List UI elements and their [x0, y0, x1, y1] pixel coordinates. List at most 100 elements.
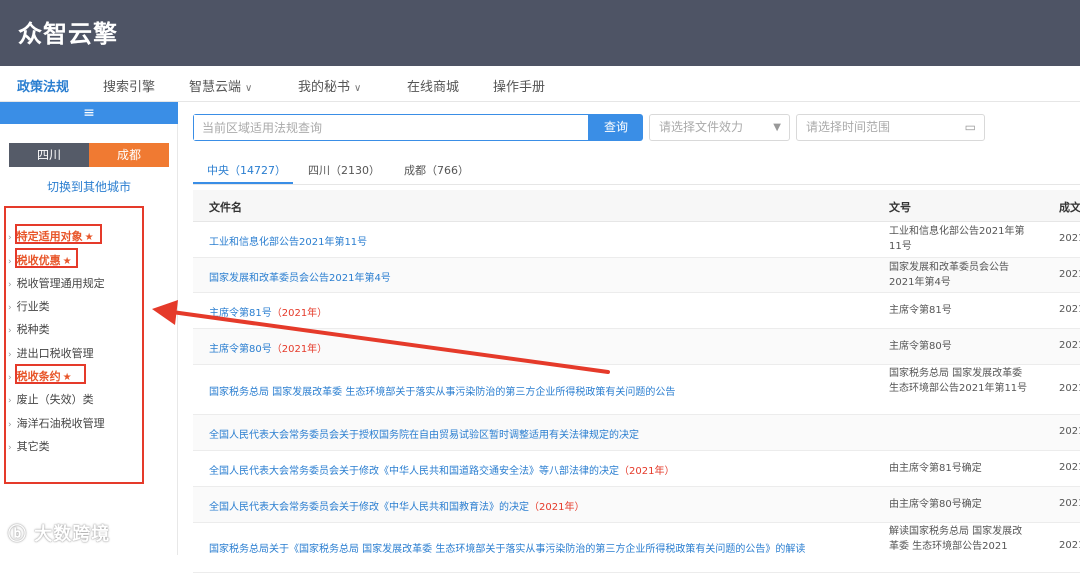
sidebar: ≡ 四川 成都 切换到其他城市 › 特定适用对象 ★ › 税收优惠 ★ › 税收管理通用规… [0, 102, 178, 555]
table-row[interactable]: 全国人民代表大会常务委员会关于修改《中华人民共和国教育法》的决定（2021年） … [193, 487, 1080, 523]
category-item[interactable]: › 税收条约 ★ [8, 368, 72, 384]
nav-online-mall-label: 在线商城 [407, 80, 460, 95]
row-title-link[interactable]: 国家发展和改革委员会公告2021年第4号 [209, 269, 391, 284]
switch-city-link[interactable]: 切换到其他城市 [0, 178, 178, 195]
nav-policy[interactable]: 政策法规 [17, 76, 69, 95]
category-label: 税收条约 [16, 370, 61, 383]
search-field-wrap [193, 114, 589, 141]
row-doc-no: 主席令第81号 [889, 305, 952, 316]
nav-policy-label: 政策法规 [17, 80, 70, 95]
row-title-link[interactable]: 全国人民代表大会常务委员会关于授权国务院在自由贸易试验区暂时调整适用有关法律规定… [209, 426, 639, 441]
effect-select[interactable]: 请选择文件效力 ▼ [649, 114, 790, 141]
table-row[interactable]: 全国人民代表大会常务委员会关于授权国务院在自由贸易试验区暂时调整适用有关法律规定… [193, 415, 1080, 451]
row-title-text: 全国人民代表大会常务委员会关于授权国务院在自由贸易试验区暂时调整适用有关法律规定… [209, 430, 639, 441]
category-item[interactable]: › 行业类 [8, 298, 50, 314]
time-range-select[interactable]: 请选择时间范围 ▭ [796, 114, 985, 141]
row-year: （2021年） [619, 466, 675, 477]
category-item[interactable]: › 特定适用对象 ★ [8, 228, 94, 244]
menu-toggle-icon[interactable]: ≡ [0, 102, 178, 124]
watermark-logo-icon: ⓑ [8, 524, 27, 545]
row-title-text: 全国人民代表大会常务委员会关于修改《中华人民共和国道路交通安全法》等八部法律的决… [209, 466, 619, 477]
category-item[interactable]: › 废止（失效）类 [8, 391, 94, 407]
nav-manual-label: 操作手册 [493, 80, 546, 95]
row-doc-no: 由主席令第80号确定 [889, 499, 982, 510]
category-label: 海洋石油税收管理 [16, 417, 105, 430]
table-row[interactable]: 工业和信息化部公告2021年第11号 工业和信息化部公告2021年第11号 20… [193, 222, 1080, 258]
region-tabs: 中央（14727） 四川（2130） 成都（766） [193, 156, 1080, 185]
tab-central[interactable]: 中央（14727） [207, 162, 286, 178]
row-date: 2021 [1059, 462, 1080, 473]
category-item[interactable]: › 进出口税收管理 [8, 345, 94, 361]
category-label: 进出口税收管理 [16, 347, 94, 360]
row-title-link[interactable]: 全国人民代表大会常务委员会关于修改《中华人民共和国道路交通安全法》等八部法律的决… [209, 462, 674, 477]
chevron-right-icon: › [8, 233, 12, 243]
category-item[interactable]: › 税收管理通用规定 [8, 275, 105, 291]
row-date: 2021 [1059, 340, 1080, 351]
row-title-text: 国家税务总局关于《国家税务总局 国家发展改革委 生态环境部关于落实从事污染防治的… [209, 544, 806, 555]
row-title-text: 主席令第81号 [209, 308, 272, 319]
row-title-text: 工业和信息化部公告2021年第11号 [209, 237, 368, 248]
row-title-link[interactable]: 工业和信息化部公告2021年第11号 [209, 233, 367, 248]
table-row[interactable]: 主席令第81号（2021年） 主席令第81号 2021 [193, 293, 1080, 329]
row-title-link[interactable]: 主席令第81号（2021年） [209, 304, 327, 319]
row-date: 2021 [1059, 540, 1080, 551]
city-sichuan-button[interactable]: 四川 [9, 143, 89, 167]
chevron-right-icon: › [8, 257, 12, 267]
row-title-text: 国家税务总局 国家发展改革委 生态环境部关于落实从事污染防治的第三方企业所得税政… [209, 387, 676, 398]
row-date: 2021 [1059, 304, 1080, 315]
row-doc-no: 工业和信息化部公告2021年第11号 [889, 226, 1025, 252]
tab-chengdu[interactable]: 成都（766） [404, 162, 469, 178]
category-label: 特定适用对象 [16, 230, 83, 243]
table-row[interactable]: 国家税务总局 国家发展改革委 生态环境部关于落实从事污染防治的第三方企业所得税政… [193, 365, 1080, 415]
chevron-right-icon: › [8, 443, 12, 453]
top-header-bar: 众智云擎 [0, 0, 1080, 66]
app-logo[interactable]: 众智云擎 [18, 14, 118, 49]
search-input[interactable] [194, 115, 588, 140]
calendar-icon: ▭ [964, 120, 976, 134]
watermark: ⓑ 大数跨境 [8, 520, 110, 546]
effect-select-placeholder: 请选择文件效力 [659, 120, 744, 134]
time-range-placeholder: 请选择时间范围 [806, 120, 891, 134]
row-doc-no: 由主席令第81号确定 [889, 463, 982, 474]
row-title-link[interactable]: 国家税务总局关于《国家税务总局 国家发展改革委 生态环境部关于落实从事污染防治的… [209, 540, 805, 555]
row-doc-no: 国家税务总局 国家发展改革委 生态环境部公告2021年第11号 [889, 368, 1028, 394]
chevron-right-icon: › [8, 280, 12, 290]
row-date: 2021 [1059, 383, 1080, 394]
table-row[interactable]: 国家税务总局关于《国家税务总局 国家发展改革委 生态环境部关于落实从事污染防治的… [193, 523, 1080, 573]
chevron-down-icon: ∨ [245, 83, 253, 94]
nav-online-mall[interactable]: 在线商城 [407, 76, 459, 95]
column-header-date: 成文 [1059, 201, 1080, 214]
main-nav: 政策法规 搜索引擎 智慧云端 ∨ 我的秘书 ∨ 在线商城 操作手册 [0, 66, 1080, 102]
row-title-text: 全国人民代表大会常务委员会关于修改《中华人民共和国教育法》的决定 [209, 502, 529, 513]
search-button[interactable]: 查询 [589, 114, 643, 141]
row-date: 2021 [1059, 269, 1080, 280]
nav-my-secretary[interactable]: 我的秘书 ∨ [298, 76, 361, 95]
row-title-link[interactable]: 主席令第80号（2021年） [209, 340, 327, 355]
column-header-title: 文件名 [209, 201, 242, 214]
table-row[interactable]: 主席令第80号（2021年） 主席令第80号 2021 [193, 329, 1080, 365]
nav-search-engine[interactable]: 搜索引擎 [103, 76, 155, 95]
table-row[interactable]: 全国人民代表大会常务委员会关于修改《中华人民共和国道路交通安全法》等八部法律的决… [193, 451, 1080, 487]
category-label: 税收优惠 [16, 254, 61, 267]
nav-my-secretary-label: 我的秘书 [298, 80, 351, 95]
row-title-link[interactable]: 全国人民代表大会常务委员会关于修改《中华人民共和国教育法》的决定（2021年） [209, 498, 584, 513]
category-item[interactable]: › 税种类 [8, 321, 50, 337]
nav-manual[interactable]: 操作手册 [493, 76, 545, 95]
city-chengdu-button[interactable]: 成都 [89, 143, 169, 167]
row-title-link[interactable]: 国家税务总局 国家发展改革委 生态环境部关于落实从事污染防治的第三方企业所得税政… [209, 383, 675, 398]
category-item[interactable]: › 税收优惠 ★ [8, 252, 72, 268]
tab-sichuan[interactable]: 四川（2130） [308, 162, 380, 178]
row-doc-no: 解读国家税务总局 国家发展改革委 生态环境部公告2021 [889, 526, 1023, 552]
category-item[interactable]: › 其它类 [8, 438, 50, 454]
row-year: （2021年） [271, 344, 328, 355]
chevron-right-icon: › [8, 373, 12, 383]
table-header: 文件名 文号 成文 [193, 190, 1080, 222]
category-label: 行业类 [16, 300, 50, 313]
active-tab-indicator [193, 182, 293, 184]
chevron-right-icon: › [8, 350, 12, 360]
category-label: 废止（失效）类 [16, 393, 94, 406]
chevron-right-icon: › [8, 420, 12, 430]
table-row[interactable]: 国家发展和改革委员会公告2021年第4号 国家发展和改革委员会公告2021年第4… [193, 258, 1080, 293]
category-item[interactable]: › 海洋石油税收管理 [8, 415, 105, 431]
nav-smart-cloud[interactable]: 智慧云端 ∨ [189, 76, 252, 95]
